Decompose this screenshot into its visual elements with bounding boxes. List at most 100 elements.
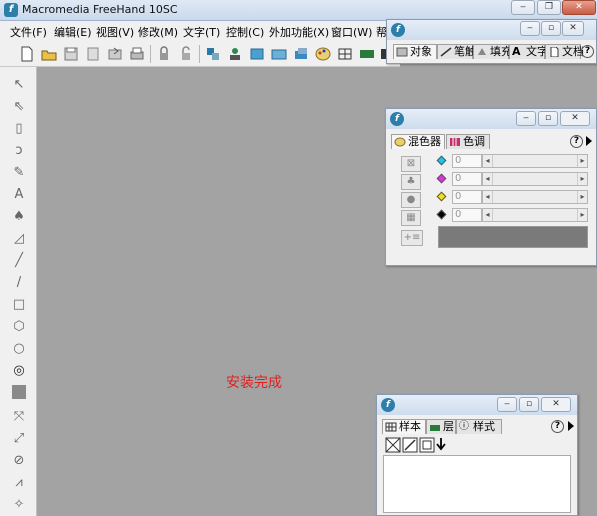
panel-maximize-icon[interactable]: ▫ — [541, 21, 561, 36]
none-swatch-icon[interactable] — [385, 437, 401, 453]
menu-file[interactable]: 文件(F) — [10, 24, 47, 40]
tab-fill[interactable]: 填充 — [473, 44, 512, 59]
menu-control[interactable]: 控制(C) — [226, 24, 264, 40]
subselect-tool-icon[interactable]: ⇖ — [9, 97, 29, 117]
menu-edit[interactable]: 编辑(E) — [54, 24, 92, 40]
cyan-value-field[interactable]: 0 — [452, 154, 482, 168]
freeform-tool-icon[interactable]: ⤧ — [9, 407, 29, 427]
tab-stroke[interactable]: 笔触 — [437, 44, 476, 59]
lasso-tool-icon[interactable]: ↄ — [9, 141, 29, 161]
minimize-icon[interactable]: ‒ — [511, 0, 535, 15]
close-icon[interactable]: ✕ — [562, 0, 596, 15]
hls-mode-button[interactable]: ● — [401, 192, 421, 208]
panel-close-icon[interactable]: ✕ — [562, 21, 584, 36]
panel-menu-arrow-icon[interactable] — [586, 136, 592, 146]
fill-swatch-icon[interactable] — [9, 385, 29, 405]
color-palette-icon[interactable] — [314, 45, 332, 63]
fill-swatch-icon[interactable] — [419, 437, 435, 453]
panel-close-icon[interactable]: ✕ — [560, 111, 590, 126]
cyan-slider[interactable]: ◂ ▸ — [482, 154, 588, 168]
maximize-icon[interactable]: ❐ — [537, 0, 561, 15]
tab-layers[interactable]: 层 — [426, 419, 456, 434]
line-tool-icon[interactable]: / — [9, 273, 29, 293]
black-slider[interactable]: ◂ ▸ — [482, 208, 588, 222]
magenta-slider[interactable]: ◂ ▸ — [482, 172, 588, 186]
tab-text[interactable]: A 文字 — [509, 44, 548, 59]
system-color-button[interactable]: ▦ — [401, 210, 421, 226]
page-tool-icon[interactable]: ▯ — [9, 119, 29, 139]
freehand-panel-icon: f — [390, 112, 404, 126]
menu-xtras[interactable]: 外加功能(X) — [269, 24, 329, 40]
text-tool-icon[interactable]: A — [9, 185, 29, 205]
pointer-tool-icon[interactable]: ↖ — [9, 75, 29, 95]
black-value-field[interactable]: 0 — [452, 208, 482, 222]
panel-minimize-icon[interactable]: ‒ — [497, 397, 517, 412]
panel-maximize-icon[interactable]: ▫ — [538, 111, 558, 126]
library-icon[interactable] — [270, 45, 288, 63]
help-icon[interactable]: ? — [570, 135, 583, 148]
rgb-mode-button[interactable]: ♣ — [401, 174, 421, 190]
layers-icon — [430, 425, 440, 431]
main-toolbar — [0, 41, 400, 67]
eyedropper-tool-icon[interactable]: ✎ — [9, 163, 29, 183]
menu-modify[interactable]: 修改(M) — [138, 24, 178, 40]
panel-maximize-icon[interactable]: ▫ — [519, 397, 539, 412]
tab-object-label: 对象 — [410, 45, 432, 58]
import-icon[interactable] — [84, 45, 102, 63]
skew-tool-icon[interactable]: ✧ — [9, 495, 29, 515]
black-diamond-icon — [436, 209, 447, 220]
down-arrow-icon[interactable] — [435, 437, 447, 451]
panel-minimize-icon[interactable]: ‒ — [516, 111, 536, 126]
menu-view[interactable]: 视图(V) — [96, 24, 134, 40]
cmyk-mode-button[interactable]: ⊠ — [401, 156, 421, 172]
help-icon[interactable]: ? — [551, 420, 564, 433]
group-icon[interactable] — [204, 45, 222, 63]
tab-mixer[interactable]: 混色器 — [391, 134, 445, 149]
yellow-value-field[interactable]: 0 — [452, 190, 482, 204]
export-icon[interactable] — [106, 45, 124, 63]
polygon-tool-icon[interactable]: ⬡ — [9, 317, 29, 337]
print-icon[interactable] — [128, 45, 146, 63]
bezigon-tool-icon[interactable]: ◿ — [9, 229, 29, 249]
panel-minimize-icon[interactable]: ‒ — [520, 21, 540, 36]
text-icon: A — [512, 45, 521, 58]
open-folder-icon[interactable] — [40, 45, 58, 63]
color-preview-swatch[interactable] — [438, 226, 588, 248]
lock-icon[interactable] — [155, 45, 173, 63]
rectangle-tool-icon[interactable]: □ — [9, 295, 29, 315]
ungroup-icon[interactable] — [226, 45, 244, 63]
panel-close-icon[interactable]: ✕ — [541, 397, 571, 412]
tab-styles[interactable]: ⓘ 样式 — [456, 419, 502, 434]
ellipse-tool-icon[interactable]: ○ — [9, 339, 29, 359]
menu-text[interactable]: 文字(T) — [183, 24, 220, 40]
scale-tool-icon[interactable]: ⤢ — [9, 429, 29, 449]
swatches-icon[interactable] — [358, 45, 376, 63]
align-icon[interactable] — [248, 45, 266, 63]
pencil-tool-icon[interactable]: ╱ — [9, 251, 29, 271]
tab-object[interactable]: 对象 — [393, 44, 437, 59]
panel-menu-arrow-icon[interactable] — [568, 421, 574, 431]
menu-bar: 文件(F) 编辑(E) 视图(V) 修改(M) 文字(T) 控制(C) 外加功能… — [0, 21, 400, 41]
tools-panel: ↖ ⇖ ▯ ↄ ✎ A ♠ ◿ ╱ / □ ⬡ ○ ◎ ⤧ ⤢ ⊘ ⩘ ✧ — [0, 67, 37, 516]
stroke-swatch-icon[interactable] — [402, 437, 418, 453]
trace-tool-icon[interactable]: ⊘ — [9, 451, 29, 471]
save-icon[interactable] — [62, 45, 80, 63]
help-icon[interactable]: ? — [581, 45, 594, 58]
magenta-value-field[interactable]: 0 — [452, 172, 482, 186]
tints-icon — [450, 138, 460, 146]
yellow-slider[interactable]: ◂ ▸ — [482, 190, 588, 204]
spiral-tool-icon[interactable]: ◎ — [9, 361, 29, 381]
layers-icon[interactable] — [292, 45, 310, 63]
add-to-swatches-button[interactable]: +≡ — [401, 230, 423, 246]
document-icon — [550, 47, 559, 57]
pen-tool-icon[interactable]: ♠ — [9, 207, 29, 227]
tab-tints[interactable]: 色调 — [446, 134, 490, 149]
unlock-icon[interactable] — [177, 45, 195, 63]
grid-icon[interactable] — [336, 45, 354, 63]
new-document-icon[interactable] — [18, 45, 36, 63]
swatch-list[interactable] — [383, 455, 571, 513]
envelope-tool-icon[interactable]: ⩘ — [9, 473, 29, 493]
tab-swatches[interactable]: 样本 — [382, 419, 426, 434]
tab-document[interactable]: 文档 — [545, 44, 584, 59]
menu-window[interactable]: 窗口(W) — [331, 24, 372, 40]
